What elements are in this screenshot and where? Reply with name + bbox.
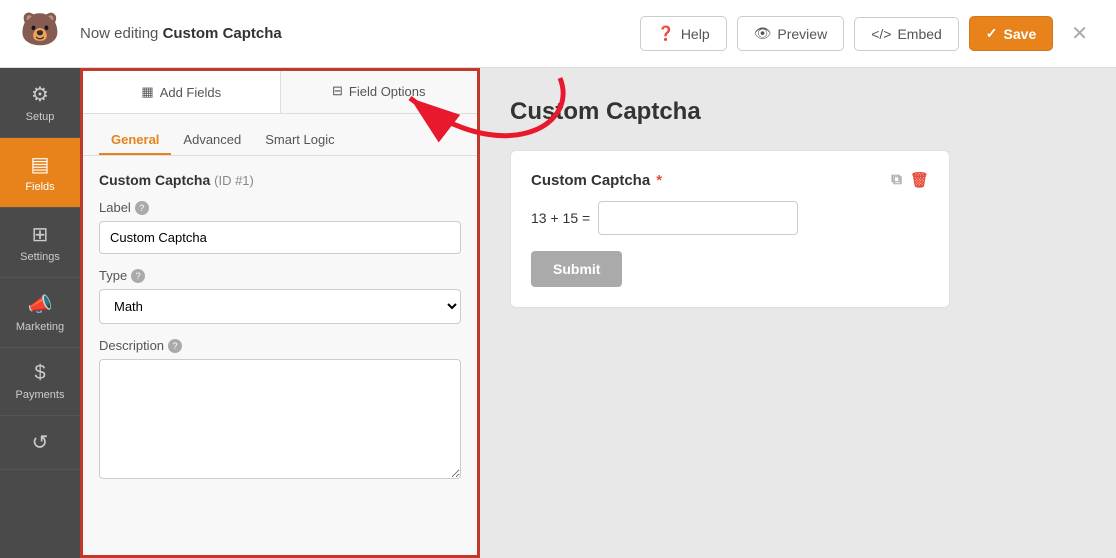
panel-body: Custom Captcha (ID #1) Label ? Type ? Ma… — [83, 156, 477, 555]
header-right: ❓ Help 👁 Preview </> Embed ✓ Save ✕ — [640, 16, 1096, 51]
sidebar-item-payments[interactable]: $ Payments — [0, 348, 80, 416]
type-select[interactable]: Math Question and Answer — [99, 289, 461, 324]
field-options-icon: ⊟ — [332, 83, 343, 99]
preview-button[interactable]: 👁 Preview — [737, 16, 845, 51]
header-title: Now editing Custom Captcha — [80, 25, 282, 42]
form-field-label: Custom Captcha * ⧉ 🗑 — [531, 171, 929, 189]
math-equation-text: 13 + 15 = — [531, 210, 590, 226]
help-button[interactable]: ❓ Help — [640, 16, 726, 51]
save-button[interactable]: ✓ Save — [969, 16, 1053, 51]
description-textarea[interactable] — [99, 359, 461, 479]
delete-icon[interactable]: 🗑 — [910, 171, 929, 189]
main-layout: ⚙ Setup ▤ Fields ⊞ Settings 📣 Marketing … — [0, 68, 1116, 558]
sidebar-item-history[interactable]: ↺ — [0, 416, 80, 470]
code-icon: </> — [871, 26, 891, 42]
type-field-label: Type ? — [99, 268, 461, 283]
sidebar-item-setup[interactable]: ⚙ Setup — [0, 68, 80, 138]
form-preview-title: Custom Captcha — [510, 98, 1086, 126]
help-icon: ❓ — [657, 25, 674, 42]
header-left: 🐻 Now editing Custom Captcha — [20, 10, 282, 58]
math-equation-row: 13 + 15 = — [531, 201, 929, 235]
description-field-label: Description ? — [99, 338, 461, 353]
payments-icon: $ — [34, 362, 45, 385]
sidebar: ⚙ Setup ▤ Fields ⊞ Settings 📣 Marketing … — [0, 68, 80, 558]
field-section-title: Custom Captcha (ID #1) — [99, 172, 461, 188]
copy-icon[interactable]: ⧉ — [891, 171, 902, 189]
add-fields-icon: ▦ — [141, 84, 153, 100]
sub-tab-smart-logic[interactable]: Smart Logic — [253, 126, 346, 155]
math-answer-input[interactable] — [598, 201, 798, 235]
logo: 🐻 — [20, 10, 68, 58]
embed-button[interactable]: </> Embed — [854, 17, 959, 51]
submit-button[interactable]: Submit — [531, 251, 622, 287]
settings-icon: ⊞ — [32, 222, 49, 247]
field-action-icons: ⧉ 🗑 — [891, 171, 929, 189]
gear-icon: ⚙ — [31, 82, 49, 107]
label-input[interactable] — [99, 221, 461, 254]
sidebar-item-fields[interactable]: ▤ Fields — [0, 138, 80, 208]
label-field-label: Label ? — [99, 200, 461, 215]
eye-icon: 👁 — [754, 25, 772, 42]
panel-tabs: ▦ Add Fields ⊟ Field Options — [83, 71, 477, 114]
required-star: * — [656, 172, 662, 189]
close-button[interactable]: ✕ — [1063, 17, 1096, 50]
description-help-icon[interactable]: ? — [168, 339, 182, 353]
label-help-icon[interactable]: ? — [135, 201, 149, 215]
preview-area: Custom Captcha Custom Captcha * ⧉ 🗑 13 +… — [480, 68, 1116, 558]
marketing-icon: 📣 — [28, 292, 53, 317]
type-help-icon[interactable]: ? — [131, 269, 145, 283]
tab-add-fields[interactable]: ▦ Add Fields — [83, 71, 281, 113]
history-icon: ↺ — [32, 430, 49, 455]
header: 🐻 Now editing Custom Captcha ❓ Help 👁 Pr… — [0, 0, 1116, 68]
sub-tabs: General Advanced Smart Logic — [83, 114, 477, 156]
check-icon: ✓ — [986, 25, 998, 42]
sidebar-item-settings[interactable]: ⊞ Settings — [0, 208, 80, 278]
tab-field-options[interactable]: ⊟ Field Options — [281, 71, 478, 113]
field-options-panel: ▦ Add Fields ⊟ Field Options General Adv… — [80, 68, 480, 558]
logo-bear-icon: 🐻 — [20, 11, 60, 47]
sidebar-item-marketing[interactable]: 📣 Marketing — [0, 278, 80, 348]
fields-icon: ▤ — [31, 152, 50, 177]
form-card: Custom Captcha * ⧉ 🗑 13 + 15 = Submit — [510, 150, 950, 308]
sub-tab-general[interactable]: General — [99, 126, 171, 155]
sub-tab-advanced[interactable]: Advanced — [171, 126, 253, 155]
